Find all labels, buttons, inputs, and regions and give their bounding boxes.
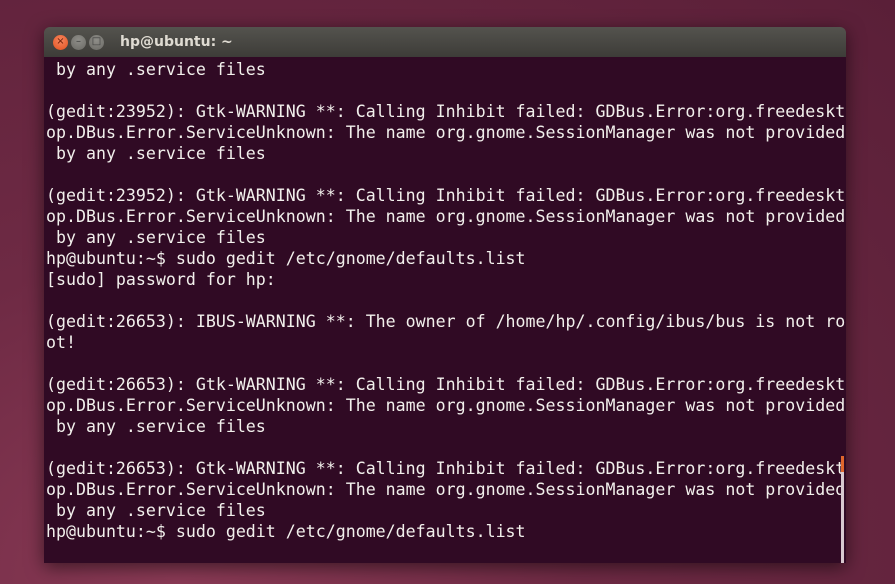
terminal-line: op.DBus.Error.ServiceUnknown: The name o…	[46, 396, 846, 415]
terminal-line: op.DBus.Error.ServiceUnknown: The name o…	[46, 480, 846, 499]
maximize-icon: □	[91, 36, 102, 47]
terminal-line: by any .service files	[46, 228, 266, 247]
terminal-line: op.DBus.Error.ServiceUnknown: The name o…	[46, 207, 846, 226]
close-button[interactable]: ×	[53, 34, 68, 50]
maximize-button[interactable]: □	[89, 34, 104, 50]
title-bar[interactable]: × – □ hp@ubuntu: ~	[44, 27, 846, 57]
terminal-line: by any .service files	[46, 501, 266, 520]
terminal-line: ot!	[46, 333, 76, 352]
terminal-line: by any .service files	[46, 144, 266, 163]
terminal-line: (gedit:23952): Gtk-WARNING **: Calling I…	[46, 186, 846, 205]
terminal-line: (gedit:26653): Gtk-WARNING **: Calling I…	[46, 375, 846, 394]
minimize-button[interactable]: –	[71, 34, 86, 50]
terminal-line: by any .service files	[46, 417, 266, 436]
window-title: hp@ubuntu: ~	[120, 34, 233, 50]
terminal-line: hp@ubuntu:~$ sudo gedit /etc/gnome/defau…	[46, 522, 526, 541]
terminal-window: × – □ hp@ubuntu: ~ by any .service files…	[44, 27, 846, 563]
terminal-line: [sudo] password for hp:	[46, 270, 276, 289]
scrollbar[interactable]	[841, 456, 844, 563]
terminal-line: hp@ubuntu:~$ sudo gedit /etc/gnome/defau…	[46, 249, 526, 268]
terminal-line: (gedit:26653): Gtk-WARNING **: Calling I…	[46, 459, 846, 478]
terminal-line: op.DBus.Error.ServiceUnknown: The name o…	[46, 123, 846, 142]
close-icon: ×	[56, 36, 65, 47]
terminal-line: (gedit:26653): IBUS-WARNING **: The owne…	[46, 312, 846, 331]
minimize-icon: –	[76, 36, 81, 47]
terminal-line: (gedit:23952): Gtk-WARNING **: Calling I…	[46, 102, 846, 121]
terminal-output[interactable]: by any .service files (gedit:23952): Gtk-…	[44, 57, 846, 563]
terminal-line: by any .service files	[46, 60, 266, 79]
